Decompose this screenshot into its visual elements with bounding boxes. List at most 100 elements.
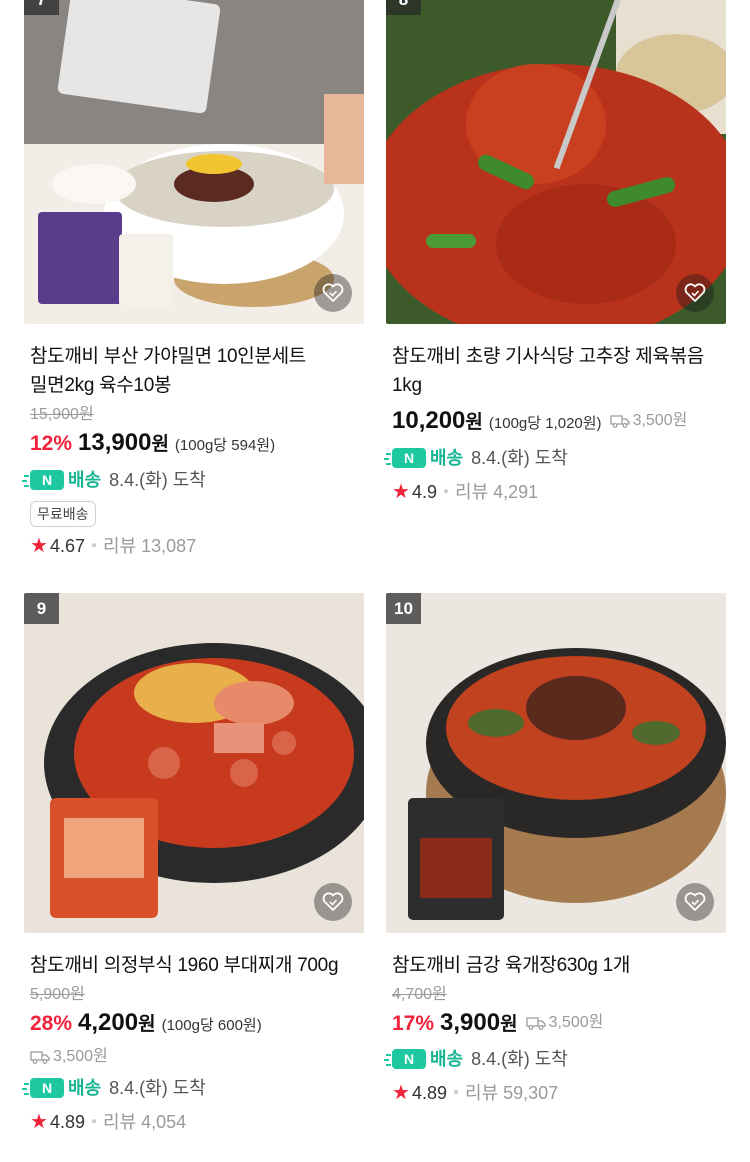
original-price: 15,900원	[30, 406, 94, 423]
sale-price: 4,200	[78, 1009, 139, 1036]
sale-price: 3,900	[440, 1009, 501, 1036]
product-card[interactable]: 7 참도깨비 부산 가야밀면 10인분세트밀면2kg 육수10봉 15,900원…	[24, 0, 364, 561]
truck-icon	[30, 1051, 50, 1064]
review-count[interactable]: 리뷰 13,087	[103, 531, 196, 561]
star-icon: ★	[30, 535, 48, 557]
arrival-date: 8.4.(화) 도착	[109, 1078, 206, 1098]
rating-score: 4.89	[411, 1083, 447, 1103]
wishlist-button[interactable]	[314, 274, 352, 312]
rank-badge: 9	[24, 593, 59, 624]
rank-badge: 7	[24, 0, 59, 15]
discount-rate: 17%	[392, 1012, 435, 1035]
product-title[interactable]: 참도깨비 부산 가야밀면 10인분세트밀면2kg 육수10봉	[30, 342, 358, 400]
currency-unit: 원	[138, 1014, 156, 1035]
star-icon: ★	[392, 1082, 410, 1104]
n-delivery-label: 배송	[68, 1078, 102, 1098]
currency-unit: 원	[500, 1014, 518, 1035]
truck-icon	[525, 1017, 546, 1030]
shipping-fee: 3,500원	[30, 1043, 358, 1071]
separator-dot: ●	[90, 540, 98, 551]
rating-score: 4.9	[411, 482, 437, 502]
original-price: 5,900원	[30, 986, 85, 1003]
sale-price: 13,900	[78, 429, 152, 456]
heart-plus-icon	[684, 283, 706, 302]
rating-score: 4.89	[49, 1112, 85, 1132]
n-delivery-label: 배송	[430, 1049, 464, 1069]
title-line: 1kg	[392, 375, 422, 396]
heart-plus-icon	[322, 892, 344, 911]
separator-dot: ●	[442, 486, 450, 497]
product-card[interactable]: 10 참도깨비 금강 육개장630g 1개 4,700원 17% 3,900 원	[386, 593, 726, 1108]
n-delivery: N 배송 8.4.(화) 도착	[386, 443, 720, 473]
original-price: 4,700원	[392, 986, 447, 1003]
product-image[interactable]: 7	[24, 0, 364, 324]
sale-price: 10,200	[392, 407, 466, 434]
jeyuk-photo	[386, 0, 726, 324]
n-delivery-label: 배송	[68, 470, 102, 490]
separator-dot: ●	[90, 1116, 98, 1127]
wishlist-button[interactable]	[676, 883, 714, 921]
rating-row: ★ 4.9 ● 리뷰 4,291	[392, 477, 720, 507]
product-title[interactable]: 참도깨비 초량 기사식당 고추장 제육볶음 1kg	[392, 342, 720, 400]
discount-rate: 12%	[30, 432, 73, 455]
price-row: 28% 4,200 원 (100g당 600원)	[30, 1006, 358, 1043]
rating-row: ★ 4.67 ● 리뷰 13,087	[30, 531, 358, 561]
arrival-date: 8.4.(화) 도착	[471, 448, 568, 468]
title-line: 참도깨비 초량 기사식당 고추장 제육볶음	[392, 346, 704, 367]
rating-row: ★ 4.89 ● 리뷰 59,307	[392, 1078, 720, 1108]
currency-unit: 원	[151, 434, 169, 455]
rank-badge: 8	[386, 0, 421, 15]
separator-dot: ●	[452, 1087, 460, 1098]
product-grid: 7 참도깨비 부산 가야밀면 10인분세트밀면2kg 육수10봉 15,900원…	[0, 0, 750, 1162]
title-line: 밀면2kg 육수10봉	[30, 375, 172, 396]
unit-price: (100g당 600원)	[161, 1017, 262, 1034]
title-line: 참도깨비 부산 가야밀면 10인분세트	[30, 346, 306, 367]
currency-unit: 원	[465, 412, 483, 433]
product-card[interactable]: 9 참도깨비 의정부식 1960 부대찌개 700g 5,900원 28% 4,…	[24, 593, 364, 1137]
price-row: 12% 13,900 원 (100g당 594원)	[30, 426, 358, 463]
rank-badge: 10	[386, 593, 421, 624]
n-delivery: N 배송 8.4.(화) 도착	[24, 465, 358, 495]
n-delivery-label: 배송	[430, 448, 464, 468]
n-delivery: N 배송 8.4.(화) 도착	[386, 1044, 720, 1074]
arrival-date: 8.4.(화) 도착	[471, 1049, 568, 1069]
review-count[interactable]: 리뷰 59,307	[465, 1078, 558, 1108]
product-image[interactable]: 9	[24, 593, 364, 933]
heart-plus-icon	[684, 892, 706, 911]
n-delivery: N 배송 8.4.(화) 도착	[24, 1073, 358, 1103]
yukgaejang-photo	[386, 593, 726, 933]
product-title[interactable]: 참도깨비 금강 육개장630g 1개	[392, 951, 720, 980]
shipping-fee: 3,500원	[609, 404, 688, 438]
shipping-fee-value: 3,500원	[632, 412, 688, 429]
budae-jjigae-photo	[24, 593, 364, 933]
product-image[interactable]: 8	[386, 0, 726, 324]
price-row: 10,200 원 (100g당 1,020원) 3,500원	[392, 404, 720, 441]
shipping-fee-value: 3,500원	[548, 1014, 604, 1031]
unit-price: (100g당 1,020원)	[488, 415, 602, 432]
n-delivery-icon: N	[24, 1078, 64, 1098]
heart-plus-icon	[322, 283, 344, 302]
truck-icon	[609, 415, 630, 428]
rating-row: ★ 4.89 ● 리뷰 4,054	[30, 1107, 358, 1137]
star-icon: ★	[30, 1111, 48, 1133]
product-card[interactable]: 8 참도깨비 초량 기사식당 고추장 제육볶음 1kg 10,200 원 (100…	[386, 0, 726, 507]
n-delivery-icon: N	[386, 1049, 426, 1069]
product-image[interactable]: 10	[386, 593, 726, 933]
star-icon: ★	[392, 481, 410, 503]
discount-rate: 28%	[30, 1012, 73, 1035]
free-shipping-tag: 무료배송	[30, 501, 96, 527]
wishlist-button[interactable]	[314, 883, 352, 921]
review-count[interactable]: 리뷰 4,291	[455, 477, 538, 507]
wishlist-button[interactable]	[676, 274, 714, 312]
n-delivery-icon: N	[386, 448, 426, 468]
arrival-date: 8.4.(화) 도착	[109, 470, 206, 490]
product-title[interactable]: 참도깨비 의정부식 1960 부대찌개 700g	[30, 951, 358, 980]
n-delivery-icon: N	[24, 470, 64, 490]
naengmyeon-photo	[24, 0, 364, 324]
unit-price: (100g당 594원)	[174, 437, 276, 454]
review-count[interactable]: 리뷰 4,054	[103, 1107, 186, 1137]
price-row: 17% 3,900 원 3,500원	[392, 1006, 720, 1042]
rating-score: 4.67	[49, 536, 85, 556]
shipping-fee-value: 3,500원	[53, 1048, 108, 1065]
shipping-fee: 3,500원	[525, 1006, 604, 1040]
